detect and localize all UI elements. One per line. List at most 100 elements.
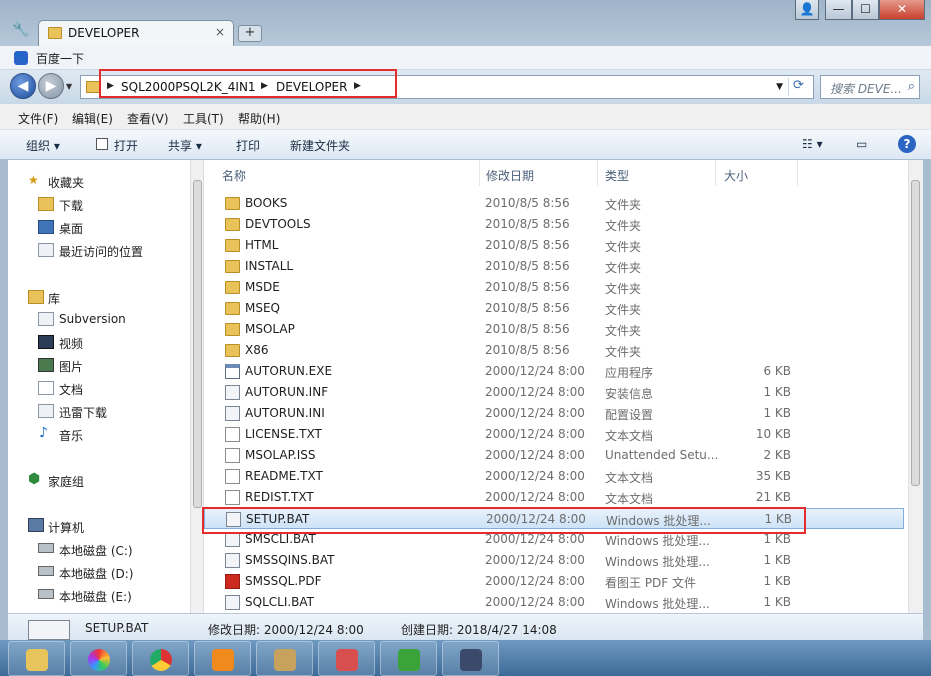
user-icon[interactable]: 👤 <box>795 0 819 20</box>
file-name: SMSCLI.BAT <box>245 532 316 546</box>
share-button[interactable]: 共享 ▾ <box>168 137 202 154</box>
organize-button[interactable]: 组织 ▾ <box>26 137 60 154</box>
search-field[interactable]: 搜索 DEVE... ⌕ <box>820 75 920 99</box>
file-row[interactable]: SMSSQINS.BAT 2000/12/24 8:00 Windows 批处理..… <box>204 550 904 571</box>
menu-edit[interactable]: 编辑(E) <box>72 110 113 127</box>
file-type: Windows 批处理... <box>606 514 711 528</box>
breadcrumb-sql2000[interactable]: SQL2000PSQL2K_4IN1 <box>121 80 256 94</box>
menu-tools[interactable]: 工具(T) <box>183 110 224 127</box>
minimize-button[interactable]: — <box>825 0 852 20</box>
taskbar-color-app[interactable] <box>70 641 127 676</box>
history-dropdown-icon[interactable]: ▼ <box>66 82 72 91</box>
file-name: MSOLAP <box>245 322 295 336</box>
file-row[interactable]: AUTORUN.INI 2000/12/24 8:00 配置设置 1 KB <box>204 403 904 424</box>
file-row[interactable]: README.TXT 2000/12/24 8:00 文本文档 35 KB <box>204 466 904 487</box>
nav-recent[interactable]: 最近访问的位置 <box>59 243 143 260</box>
nav-desktop[interactable]: 桌面 <box>59 220 83 237</box>
close-button[interactable]: ✕ <box>879 0 925 20</box>
menu-file[interactable]: 文件(F) <box>18 110 58 127</box>
nav-music[interactable]: 音乐 <box>59 427 83 444</box>
new-folder-button[interactable]: 新建文件夹 <box>290 137 350 154</box>
file-row[interactable]: HTML 2010/8/5 8:56 文件夹 <box>204 235 904 256</box>
nav-pictures[interactable]: 图片 <box>59 358 83 375</box>
search-icon[interactable]: ⌕ <box>908 79 915 94</box>
file-row[interactable]: AUTORUN.EXE 2000/12/24 8:00 应用程序 6 KB <box>204 361 904 382</box>
file-list-scrollbar[interactable] <box>908 160 923 613</box>
file-modified: 2000/12/24 8:00 <box>485 427 585 441</box>
open-button[interactable]: 打开 <box>114 137 138 154</box>
maximize-button[interactable]: ☐ <box>852 0 879 20</box>
file-row[interactable]: MSEQ 2010/8/5 8:56 文件夹 <box>204 298 904 319</box>
file-row[interactable]: SQLCLI.BAT 2000/12/24 8:00 Windows 批处理... 1… <box>204 592 904 613</box>
back-button[interactable]: ◀ <box>10 73 36 99</box>
column-modified[interactable]: 修改日期 <box>480 160 598 186</box>
file-row[interactable]: SETUP.BAT 2000/12/24 8:00 Windows 批处理... 1 … <box>204 508 904 529</box>
wrench-icon[interactable]: 🔧 <box>12 22 29 38</box>
nav-videos[interactable]: 视频 <box>59 335 83 352</box>
taskbar-explorer[interactable] <box>8 641 65 676</box>
view-options-icon[interactable]: ☷ ▾ <box>802 137 823 151</box>
file-row[interactable]: BOOKS 2010/8/5 8:56 文件夹 <box>204 193 904 214</box>
file-row[interactable]: INSTALL 2010/8/5 8:56 文件夹 <box>204 256 904 277</box>
help-icon[interactable]: ? <box>898 135 916 153</box>
taskbar-media-player[interactable] <box>194 641 251 676</box>
refresh-icon[interactable]: ⟳ <box>788 78 808 96</box>
folder-icon <box>225 302 240 315</box>
menu-bar: 文件(F) 编辑(E) 查看(V) 工具(T) 帮助(H) <box>0 104 931 130</box>
nav-thunder[interactable]: 迅雷下载 <box>59 404 107 421</box>
menu-view[interactable]: 查看(V) <box>127 110 169 127</box>
nav-pane-scrollbar[interactable] <box>190 160 204 613</box>
nav-libraries[interactable]: 库 <box>48 290 60 307</box>
print-button[interactable]: 打印 <box>236 137 260 154</box>
address-bar[interactable]: ▶ SQL2000PSQL2K_4IN1 ▶ DEVELOPER ▶ ▼ ⟳ <box>80 75 814 99</box>
file-row[interactable]: AUTORUN.INF 2000/12/24 8:00 安装信息 1 KB <box>204 382 904 403</box>
file-row[interactable]: LICENSE.TXT 2000/12/24 8:00 文本文档 10 KB <box>204 424 904 445</box>
scrollbar-thumb[interactable] <box>193 180 202 508</box>
chevron-right-icon[interactable]: ▶ <box>107 81 114 91</box>
file-row[interactable]: SMSCLI.BAT 2000/12/24 8:00 Windows 批处理... 1… <box>204 529 904 550</box>
scrollbar-thumb[interactable] <box>911 180 920 486</box>
tab-developer[interactable]: DEVELOPER × <box>38 20 234 46</box>
nav-homegroup[interactable]: 家庭组 <box>48 473 84 490</box>
file-type: 配置设置 <box>605 408 654 422</box>
file-row[interactable]: DEVTOOLS 2010/8/5 8:56 文件夹 <box>204 214 904 235</box>
chevron-right-icon[interactable]: ▶ <box>354 81 361 91</box>
file-name: MSOLAP.ISS <box>245 448 316 462</box>
explorer-window: 🔧 DEVELOPER × + 👤 — ☐ ✕ 🐾 百度一下 ◀ ▶ ▼ ▶ S… <box>0 0 931 676</box>
file-name: README.TXT <box>245 469 323 483</box>
nav-computer[interactable]: 计算机 <box>48 519 84 536</box>
nav-drive-d[interactable]: 本地磁盘 (D:) <box>59 565 133 582</box>
column-size[interactable]: 大小 <box>716 160 798 186</box>
file-row[interactable]: MSDE 2010/8/5 8:56 文件夹 <box>204 277 904 298</box>
taskbar-paint[interactable] <box>256 641 313 676</box>
column-type[interactable]: 类型 <box>598 160 716 186</box>
nav-downloads[interactable]: 下载 <box>59 197 83 214</box>
column-name[interactable]: 名称 <box>204 160 480 186</box>
file-row[interactable]: MSOLAP.ISS 2000/12/24 8:00 Unattended Setu… <box>204 445 904 466</box>
taskbar-snipping-tool[interactable] <box>318 641 375 676</box>
taskbar-chrome[interactable] <box>132 641 189 676</box>
taskbar-network-setup[interactable] <box>442 641 499 676</box>
file-row[interactable]: MSOLAP 2010/8/5 8:56 文件夹 <box>204 319 904 340</box>
forward-button[interactable]: ▶ <box>38 73 64 99</box>
nav-documents[interactable]: 文档 <box>59 381 83 398</box>
file-modified: 2000/12/24 8:00 <box>485 490 585 504</box>
taskbar-clover[interactable] <box>380 641 437 676</box>
nav-subversion[interactable]: Subversion <box>59 312 126 326</box>
new-tab-button[interactable]: + <box>238 25 262 42</box>
file-row[interactable]: X86 2010/8/5 8:56 文件夹 <box>204 340 904 361</box>
address-dropdown-icon[interactable]: ▼ <box>776 82 783 92</box>
menu-help[interactable]: 帮助(H) <box>238 110 280 127</box>
nav-drive-e[interactable]: 本地磁盘 (E:) <box>59 588 132 605</box>
doc-icon <box>225 469 240 484</box>
file-row[interactable]: REDIST.TXT 2000/12/24 8:00 文本文档 21 KB <box>204 487 904 508</box>
preview-pane-icon[interactable]: ▭ <box>856 137 867 151</box>
chevron-right-icon[interactable]: ▶ <box>261 81 268 91</box>
tab-close-icon[interactable]: × <box>215 25 225 39</box>
breadcrumb-developer[interactable]: DEVELOPER <box>276 80 347 94</box>
nav-drive-c[interactable]: 本地磁盘 (C:) <box>59 542 133 559</box>
bookmark-baidu[interactable]: 百度一下 <box>36 50 84 67</box>
nav-favorites[interactable]: 收藏夹 <box>48 174 84 191</box>
file-row[interactable]: SMSSQL.PDF 2000/12/24 8:00 看图王 PDF 文件 1 KB <box>204 571 904 592</box>
subversion-icon <box>38 312 54 326</box>
